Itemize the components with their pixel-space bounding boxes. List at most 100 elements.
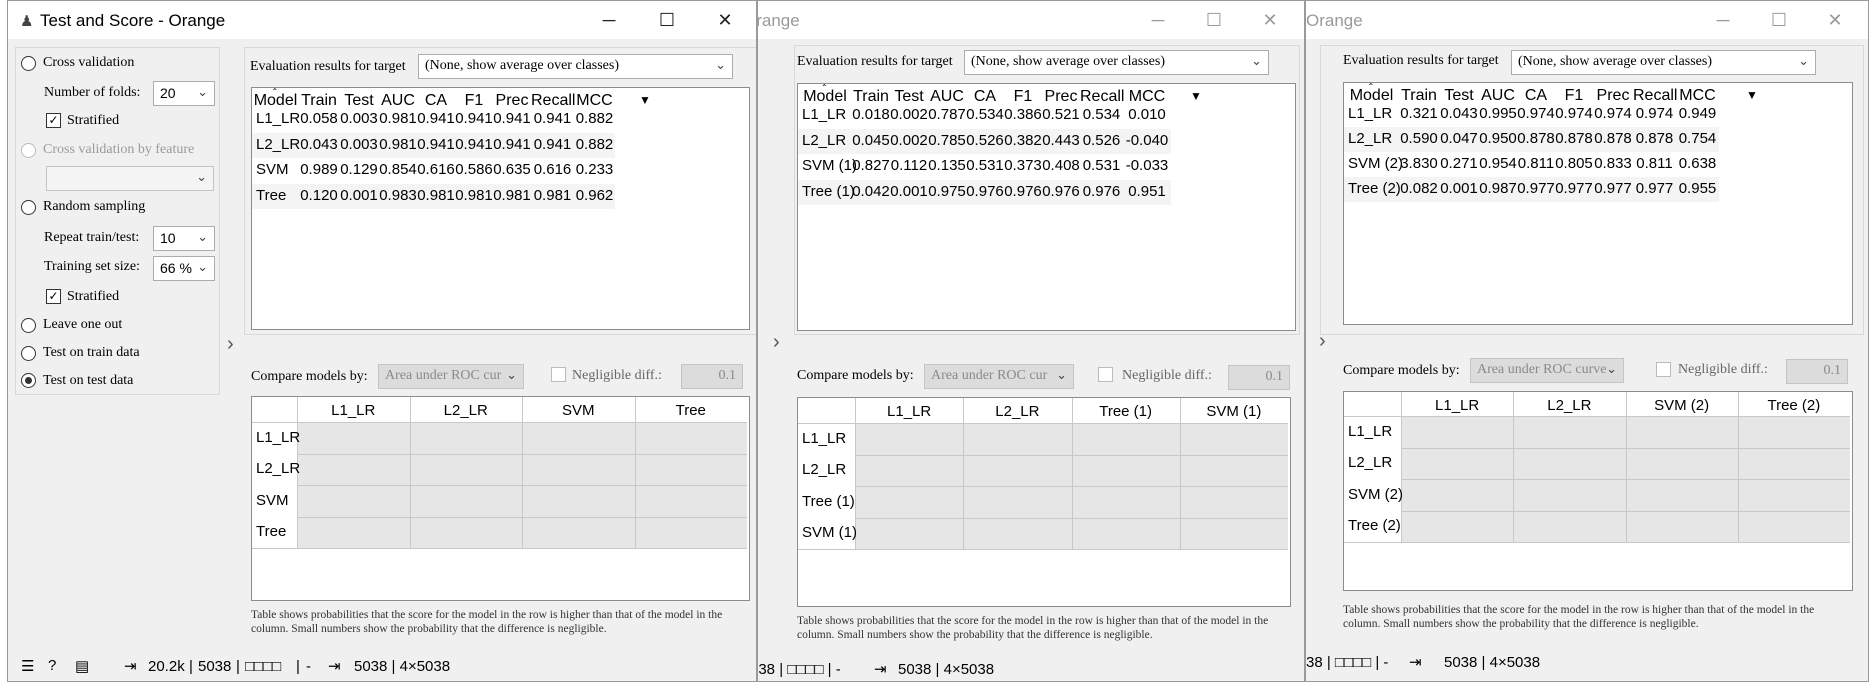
test-header[interactable]: Test [890, 88, 928, 106]
help-icon[interactable]: ? [48, 657, 56, 674]
title-bar[interactable]: Orange ─ ☐ ✕ [1306, 1, 1868, 39]
metric-cell: 0.981 [379, 110, 417, 127]
column-menu-icon[interactable]: ▼ [1744, 88, 1760, 102]
maximize-button[interactable]: ☐ [1756, 5, 1802, 35]
title-bar[interactable]: Orange ─ ☐ ✕ [758, 1, 1304, 39]
stratified-checkbox-2[interactable]: ✓ [46, 289, 61, 304]
prec-header[interactable]: Prec [493, 92, 531, 110]
auc-header[interactable]: AUC [379, 92, 417, 110]
training-set-size-select[interactable]: 66 % ⌄ [153, 256, 215, 281]
metric-cell: 0.635 [493, 161, 531, 178]
ca-header[interactable]: CA [1517, 87, 1555, 105]
status-input-size: 20.2k [148, 658, 185, 675]
target-select[interactable]: (None, show average over classes) ⌄ [418, 54, 733, 79]
results-table[interactable]: Model ⌃ Train Test AUC CA F1 Prec Recall MCC ▼ L1_L… [1343, 82, 1853, 325]
expand-arrow-icon[interactable]: › [227, 333, 234, 356]
model-name-cell: L2_LR [256, 135, 301, 153]
mcc-header[interactable]: MCC [574, 92, 615, 110]
train-header[interactable]: Train [852, 88, 890, 106]
repeat-train-test-select[interactable]: 10 ⌄ [153, 226, 215, 251]
results-table[interactable]: Model ⌃ Train Test AUC CA F1 Prec Recall MCC ▼ L1_L… [797, 83, 1296, 331]
metric-cell: 0.854 [379, 161, 417, 178]
leave-one-out-radio[interactable] [21, 318, 36, 333]
metric-cell: 0.001 [1440, 180, 1478, 197]
close-button[interactable]: ✕ [702, 5, 748, 35]
status-input-summary: 38 | □□□□ | - [1306, 654, 1389, 671]
negligible-diff-checkbox[interactable] [551, 367, 566, 382]
results-table[interactable]: Model ⌃ Train Test AUC CA F1 Prec Recall MCC ▼ L1_L… [251, 87, 750, 330]
metric-cell: 0.534 [966, 106, 1004, 123]
target-select[interactable]: (None, show average over classes) ⌄ [1511, 50, 1816, 75]
recall-header[interactable]: Recall [531, 92, 575, 110]
sort-indicator-icon: ⌃ [1367, 82, 1375, 91]
comparison-column-header: SVM [561, 402, 595, 419]
minimize-button[interactable]: ─ [1135, 5, 1181, 35]
auc-header[interactable]: AUC [928, 88, 966, 106]
window-title-fragment: Orange [757, 11, 800, 30]
cv-by-feature-radio[interactable] [21, 143, 36, 158]
f1-header[interactable]: F1 [1004, 88, 1042, 106]
negligible-diff-checkbox[interactable] [1656, 362, 1671, 377]
cross-validation-radio[interactable] [21, 56, 36, 71]
test-on-test-radio[interactable] [21, 373, 36, 388]
metric-cell: 0.010 [1128, 106, 1166, 123]
ca-header[interactable]: CA [966, 88, 1004, 106]
compare-metric-select[interactable]: Area under ROC curve ⌄ [1470, 358, 1624, 383]
test-on-train-radio[interactable] [21, 346, 36, 361]
train-header[interactable]: Train [1399, 87, 1439, 105]
expand-arrow-icon[interactable]: › [1319, 330, 1326, 353]
metric-cell: 0.833 [1594, 155, 1632, 172]
close-button[interactable]: ✕ [1812, 5, 1858, 35]
comparison-column-header: Tree [675, 402, 706, 419]
metric-cell: 0.233 [575, 161, 614, 178]
maximize-button[interactable]: ☐ [1191, 5, 1237, 35]
column-menu-icon[interactable]: ▼ [637, 93, 653, 107]
f1-header[interactable]: F1 [1555, 87, 1593, 105]
mcc-header[interactable]: MCC [1123, 88, 1171, 106]
metric-cell: 0.373 [1004, 157, 1042, 174]
grid-line [1071, 398, 1073, 549]
test-header[interactable]: Test [339, 92, 379, 110]
prec-header[interactable]: Prec [1593, 87, 1633, 105]
auc-header[interactable]: AUC [1479, 87, 1517, 105]
compare-metric-select[interactable]: Area under ROC cur ⌄ [378, 364, 524, 389]
recall-header[interactable]: Recall [1633, 87, 1677, 105]
negligible-diff-input[interactable]: 0.1 [681, 364, 743, 389]
minimize-button[interactable]: ─ [586, 5, 632, 35]
menu-icon[interactable]: ☰ [21, 657, 34, 675]
metric-cell: 0.443 [1042, 131, 1080, 149]
comparison-column-header: L1_LR [1435, 397, 1480, 414]
recall-header[interactable]: Recall [1080, 88, 1124, 106]
feature-select[interactable]: ⌄ [46, 166, 214, 191]
negligible-diff-input[interactable]: 0.1 [1228, 365, 1290, 390]
f1-header[interactable]: F1 [455, 92, 493, 110]
cross-validation-label: Cross validation [43, 55, 135, 70]
negligible-diff-input[interactable]: 0.1 [1786, 359, 1848, 384]
compare-metric-select[interactable]: Area under ROC cur ⌄ [924, 364, 1074, 389]
stratified-checkbox[interactable]: ✓ [46, 113, 61, 128]
train-header[interactable]: Train [299, 92, 339, 110]
metric-cell: 0.976 [1042, 182, 1080, 200]
prec-header[interactable]: Prec [1042, 88, 1080, 106]
minimize-button[interactable]: ─ [1700, 5, 1746, 35]
ca-header[interactable]: CA [417, 92, 455, 110]
negligible-diff-label: Negligible diff.: [1122, 368, 1212, 383]
maximize-button[interactable]: ☐ [644, 5, 690, 35]
close-button[interactable]: ✕ [1247, 5, 1293, 35]
metric-cell: 0.955 [1678, 180, 1717, 197]
expand-arrow-icon[interactable]: › [773, 331, 780, 354]
title-bar[interactable]: ♟ Test and Score - Orange ─ ☐ ✕ [8, 1, 756, 39]
model-name-cell: SVM (1) [802, 157, 858, 174]
comparison-table[interactable]: L1_LR L2_LR SVM (2) Tree (2) L1_LR L2_LR SVM (… [1343, 391, 1853, 591]
mcc-header[interactable]: MCC [1676, 87, 1719, 105]
random-sampling-radio[interactable] [21, 200, 36, 215]
negligible-diff-checkbox[interactable] [1098, 367, 1113, 382]
column-menu-icon[interactable]: ▼ [1188, 89, 1204, 103]
target-select[interactable]: (None, show average over classes) ⌄ [964, 50, 1269, 75]
comparison-table[interactable]: L1_LR L2_LR SVM Tree L1_LR L2_LR SVM Tree [251, 396, 750, 601]
metric-cell: 0.981 [455, 186, 493, 204]
report-icon[interactable]: ▤ [75, 657, 89, 675]
comparison-table[interactable]: L1_LR L2_LR Tree (1) SVM (1) L1_LR L2_LR Tree … [797, 397, 1291, 607]
number-of-folds-select[interactable]: 20 ⌄ [153, 81, 215, 106]
test-header[interactable]: Test [1439, 87, 1479, 105]
